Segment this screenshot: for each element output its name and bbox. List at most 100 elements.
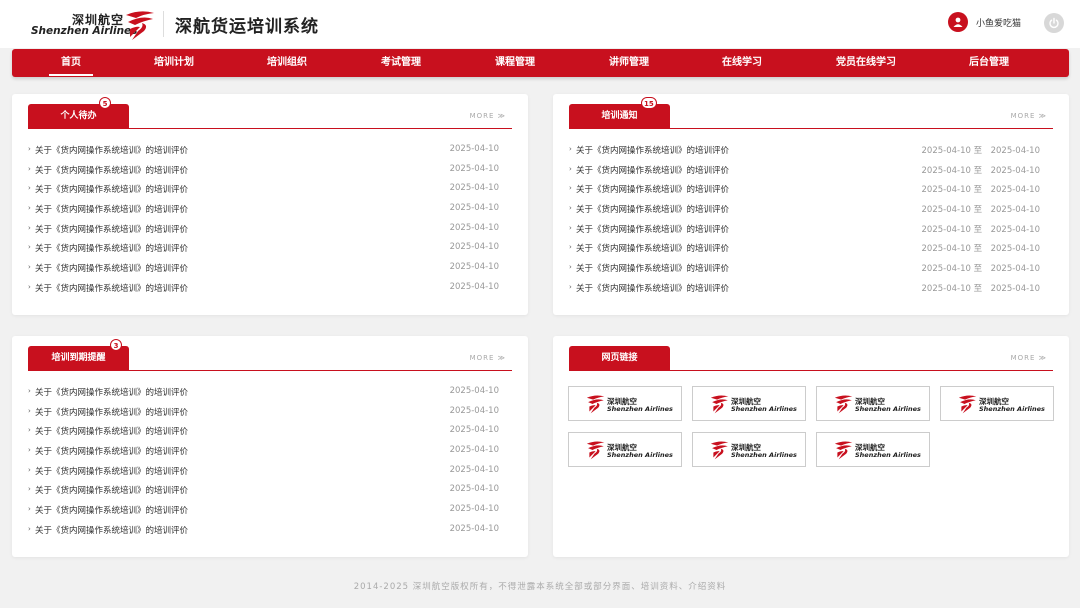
list-item[interactable]: › 关于《货内网操作系统培训》的培训评价 2025-04-10 至 2025-04-… [569,180,1053,200]
caret-right-icon: › [569,184,572,193]
item-title: 关于《货内网操作系统培训》的培训评价 [576,205,730,216]
item-title: 关于《货内网操作系统培训》的培训评价 [35,427,189,438]
nav-item-admin[interactable]: 后台管理 [969,49,1009,77]
list-item[interactable]: › 关于《货内网操作系统培训》的培训评价 2025-04-10 [28,462,512,482]
expiry-list: › 关于《货内网操作系统培训》的培训评价 2025-04-10 › 关于《货内网操作系… [28,383,512,541]
caret-right-icon: › [569,282,572,291]
item-date-range: 2025-04-10 至 2025-04-10 [921,205,1041,216]
item-title: 关于《货内网操作系统培训》的培训评价 [576,244,730,255]
shenzhen-airlines-logo[interactable]: 深圳航空 Shenzhen Airlines [30,9,158,41]
todo-list: › 关于《货内网操作系统培训》的培训评价 2025-04-10 › 关于《货内网操作系… [28,141,512,299]
list-item[interactable]: › 关于《货内网操作系统培训》的培训评价 2025-04-10 [28,383,512,403]
power-icon [1049,17,1059,29]
caret-right-icon: › [28,263,31,272]
item-date-range: 2025-04-10 至 2025-04-10 [921,264,1041,275]
more-link[interactable]: MORE ≫ [470,112,506,120]
double-chevron-right-icon: ≫ [497,354,506,362]
list-item[interactable]: › 关于《货内网操作系统培训》的培训评价 2025-04-10 [28,481,512,501]
list-item[interactable]: › 关于《货内网操作系统培训》的培训评价 2025-04-10 [28,279,512,299]
list-item[interactable]: › 关于《货内网操作系统培训》的培训评价 2025-04-10 [28,161,512,181]
caret-right-icon: › [28,505,31,514]
item-title: 关于《货内网操作系统培训》的培训评价 [35,205,189,216]
item-date-range: 2025-04-10 至 2025-04-10 [921,165,1041,176]
list-item[interactable]: › 关于《货内网操作系统培训》的培训评价 2025-04-10 至 2025-04-… [569,259,1053,279]
link-card[interactable]: 深圳航空 Shenzhen Airlines [816,386,930,421]
panel-underline [28,370,512,371]
item-date-range: 2025-04-10 至 2025-04-10 [921,146,1041,156]
list-item[interactable]: › 关于《货内网操作系统培训》的培训评价 2025-04-10 [28,259,512,279]
tab-web-links[interactable]: 网页链接 [569,346,670,371]
item-title: 关于《货内网操作系统培训》的培训评价 [576,165,730,176]
caret-right-icon: › [28,243,31,252]
link-card[interactable]: 深圳航空 Shenzhen Airlines [568,432,682,467]
item-date: 2025-04-10 [449,262,499,273]
caret-right-icon: › [28,485,31,494]
nav-item-party-online-learning[interactable]: 党员在线学习 [836,49,896,77]
top-header: 深圳航空 Shenzhen Airlines 深航货运培训系统 小鱼爱吃猫 [0,0,1080,48]
caret-right-icon: › [28,387,31,395]
item-date: 2025-04-10 [449,464,499,475]
list-item[interactable]: › 关于《货内网操作系统培训》的培训评价 2025-04-10 至 2025-04-… [569,239,1053,259]
link-card[interactable]: 深圳航空 Shenzhen Airlines [692,386,806,421]
list-item[interactable]: › 关于《货内网操作系统培训》的培训评价 2025-04-10 至 2025-04-… [569,220,1053,240]
item-date: 2025-04-10 [449,242,499,253]
panel-underline [569,370,1053,371]
user-avatar-icon[interactable] [948,12,968,32]
list-item[interactable]: › 关于《货内网操作系统培训》的培训评价 2025-04-10 [28,422,512,442]
link-card[interactable]: 深圳航空 Shenzhen Airlines [568,386,682,421]
list-item[interactable]: › 关于《货内网操作系统培训》的培训评价 2025-04-10 至 2025-04-… [569,141,1053,161]
panel-title: 网页链接 [601,353,638,363]
nav-item-online-learning[interactable]: 在线学习 [722,49,762,77]
nav-item-exam-management[interactable]: 考试管理 [381,49,421,77]
item-date: 2025-04-10 [449,281,499,292]
caret-right-icon: › [569,243,572,252]
tab-training-expiry[interactable]: 培训到期提醒 3 [28,339,129,371]
caret-right-icon: › [569,263,572,272]
more-link[interactable]: MORE ≫ [1011,112,1047,120]
link-card-en: Shenzhen Airlines [607,451,673,459]
caret-right-icon: › [569,204,572,213]
link-card[interactable]: 深圳航空 Shenzhen Airlines [692,432,806,467]
count-badge: 3 [110,339,122,351]
list-item[interactable]: › 关于《货内网操作系统培训》的培训评价 2025-04-10 [28,403,512,423]
link-card-en: Shenzhen Airlines [731,405,797,413]
logout-power-icon[interactable] [1044,13,1064,33]
list-item[interactable]: › 关于《货内网操作系统培训》的培训评价 2025-04-10 [28,501,512,521]
list-item[interactable]: › 关于《货内网操作系统培训》的培训评价 2025-04-10 至 2025-04-… [569,200,1053,220]
nav-item-training-org[interactable]: 培训组织 [267,49,307,77]
roc-bird-logo-icon [834,441,853,460]
caret-right-icon: › [569,223,572,232]
list-item[interactable]: › 关于《货内网操作系统培训》的培训评价 2025-04-10 [28,442,512,462]
list-item[interactable]: › 关于《货内网操作系统培训》的培训评价 2025-04-10 [28,521,512,541]
item-title: 关于《货内网操作系统培训》的培训评价 [35,506,189,517]
nav-item-training-plan[interactable]: 培训计划 [154,49,194,77]
caret-right-icon: › [28,524,31,533]
link-card[interactable]: 深圳航空 Shenzhen Airlines [940,386,1054,421]
item-title: 关于《货内网操作系统培训》的培训评价 [35,407,189,418]
item-date: 2025-04-10 [449,523,499,534]
main-nav: 首页 培训计划 培训组织 考试管理 课程管理 讲师管理 在线学习 党员在线学习 … [12,49,1069,77]
username-label[interactable]: 小鱼爱吃猫 [976,16,1021,29]
list-item[interactable]: › 关于《货内网操作系统培训》的培训评价 2025-04-10 [28,220,512,240]
list-item[interactable]: › 关于《货内网操作系统培训》的培训评价 2025-04-10 至 2025-04-… [569,279,1053,299]
item-title: 关于《货内网操作系统培训》的培训评价 [576,264,730,275]
list-item[interactable]: › 关于《货内网操作系统培训》的培训评价 2025-04-10 [28,180,512,200]
list-item[interactable]: › 关于《货内网操作系统培训》的培训评价 2025-04-10 至 2025-04-… [569,161,1053,181]
more-link[interactable]: MORE ≫ [1011,354,1047,362]
list-item[interactable]: › 关于《货内网操作系统培训》的培训评价 2025-04-10 [28,239,512,259]
system-title: 深航货运培训系统 [175,17,319,37]
item-title: 关于《货内网操作系统培训》的培训评价 [35,447,189,458]
list-item[interactable]: › 关于《货内网操作系统培训》的培训评价 2025-04-10 [28,141,512,161]
nav-item-course-management[interactable]: 课程管理 [495,49,535,77]
caret-right-icon: › [28,446,31,455]
nav-item-lecturer-management[interactable]: 讲师管理 [609,49,649,77]
caret-right-icon: › [28,406,31,415]
more-link[interactable]: MORE ≫ [470,354,506,362]
more-label: MORE [469,112,495,120]
list-item[interactable]: › 关于《货内网操作系统培训》的培训评价 2025-04-10 [28,200,512,220]
link-card[interactable]: 深圳航空 Shenzhen Airlines [816,432,930,467]
tab-training-notice[interactable]: 培训通知 15 [569,97,670,129]
panel-title: 培训通知 [601,111,638,121]
nav-item-home[interactable]: 首页 [49,49,93,77]
tab-personal-todo[interactable]: 个人待办 5 [28,97,129,129]
